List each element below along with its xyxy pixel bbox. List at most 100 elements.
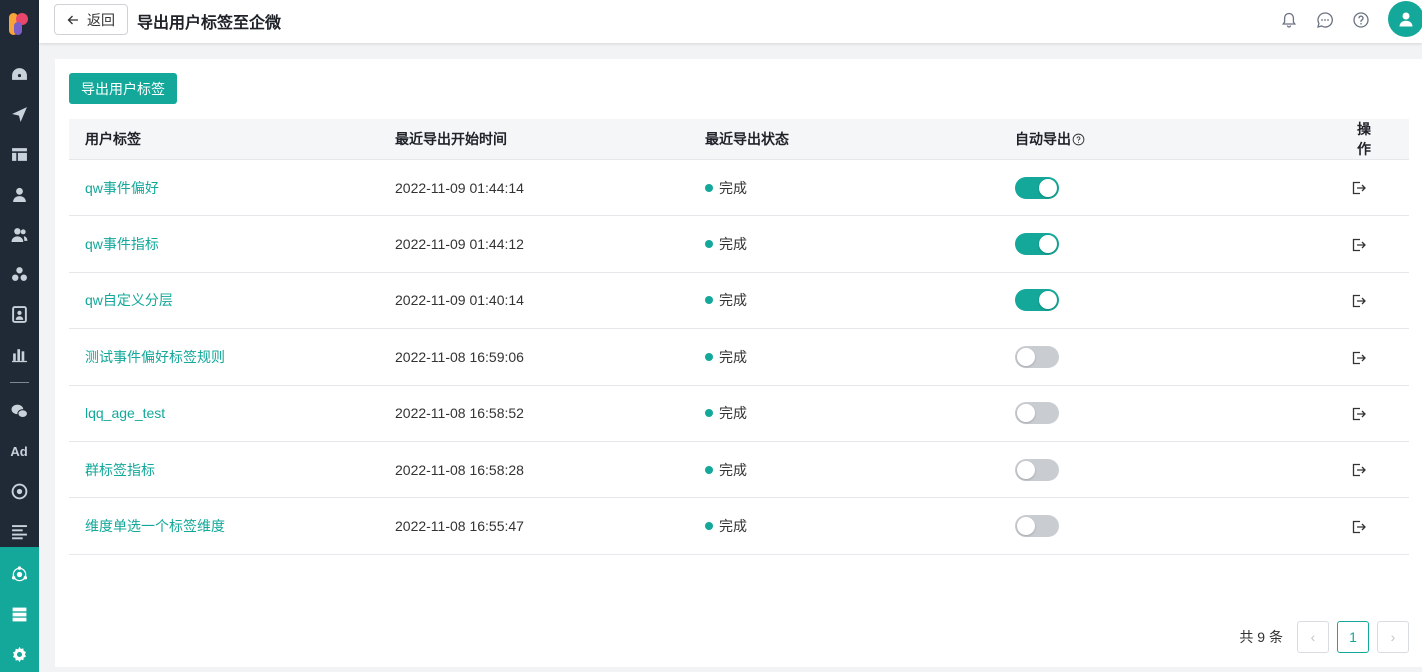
bell-icon[interactable]	[1280, 11, 1298, 29]
contact-card-icon[interactable]	[9, 304, 29, 324]
table-cell-auto-export	[999, 160, 1329, 216]
export-icon[interactable]	[1351, 293, 1367, 309]
ad-label: Ad	[10, 443, 28, 459]
status-badge: 完成	[705, 234, 999, 254]
tag-name-link[interactable]: qw事件指标	[85, 236, 159, 252]
auto-export-toggle[interactable]	[1015, 176, 1059, 199]
dashboard-icon[interactable]	[9, 64, 29, 84]
table-cell-actions	[1329, 216, 1409, 272]
server-icon[interactable]	[9, 604, 29, 624]
wechat-icon[interactable]	[9, 401, 29, 421]
table-cell-status: 完成	[689, 498, 999, 554]
page-title: 导出用户标签至企微	[137, 15, 282, 32]
table-cell-tag: qw自定义分层	[69, 272, 379, 328]
table-cell-actions	[1329, 498, 1409, 554]
sidebar-divider	[10, 382, 29, 383]
back-button[interactable]: 返回	[54, 4, 128, 35]
auto-export-toggle[interactable]	[1015, 233, 1059, 256]
table-cell-actions	[1329, 272, 1409, 328]
toggle-knob	[1017, 517, 1035, 536]
arrow-left-icon	[67, 15, 78, 24]
auto-export-toggle[interactable]	[1015, 289, 1059, 312]
cluster-icon[interactable]	[9, 264, 29, 284]
tag-name-link[interactable]: 测试事件偏好标签规则	[85, 349, 225, 365]
prev-page-button[interactable]: ‹	[1297, 621, 1329, 653]
export-icon[interactable]	[1351, 406, 1367, 422]
export-user-tags-button[interactable]: 导出用户标签	[69, 73, 177, 104]
column-header-time: 最近导出开始时间	[379, 119, 689, 160]
tag-name-link[interactable]: 维度单选一个标签维度	[85, 518, 225, 534]
auto-export-toggle[interactable]	[1015, 345, 1059, 368]
table-header-row: 用户标签 最近导出开始时间 最近导出状态 自动导出 操作	[69, 119, 1409, 160]
toggle-knob	[1017, 460, 1035, 479]
status-dot	[705, 409, 713, 418]
table-cell-time: 2022-11-09 01:44:14	[395, 179, 524, 196]
table-cell-status: 完成	[689, 385, 999, 441]
hub-icon[interactable]	[9, 564, 29, 584]
export-icon[interactable]	[1351, 462, 1367, 478]
status-dot	[705, 240, 713, 249]
table-cell-status: 完成	[689, 329, 999, 385]
export-icon[interactable]	[1351, 350, 1367, 366]
export-icon[interactable]	[1351, 180, 1367, 196]
table-cell-tag: qw事件偏好	[69, 160, 379, 216]
table-cell-status: 完成	[689, 160, 999, 216]
next-page-button[interactable]: ›	[1377, 621, 1409, 653]
table-cell-actions	[1329, 385, 1409, 441]
table-cell-time: 2022-11-08 16:55:47	[395, 518, 524, 535]
message-icon[interactable]	[1316, 11, 1334, 29]
table-cell-status: 完成	[689, 216, 999, 272]
table-cell-tag: lqq_age_test	[69, 385, 379, 441]
layout-icon[interactable]	[9, 144, 29, 164]
export-icon[interactable]	[1351, 237, 1367, 253]
auto-export-toggle[interactable]	[1015, 515, 1059, 538]
sidebar-item-ad[interactable]: Ad	[9, 441, 29, 461]
toggle-knob	[1017, 347, 1035, 366]
status-text: 完成	[719, 292, 747, 309]
toggle-knob	[1039, 291, 1057, 310]
users-icon[interactable]	[9, 224, 29, 244]
toggle-knob	[1039, 235, 1057, 254]
status-badge: 完成	[705, 516, 999, 536]
table-row: lqq_age_test 2022-11-08 16:58:52 完成	[69, 385, 1409, 442]
pagination-total: 共 9 条	[1239, 629, 1283, 645]
tag-name-link[interactable]: lqq_age_test	[85, 405, 165, 421]
avatar[interactable]	[1388, 1, 1422, 37]
table-row: qw事件偏好 2022-11-09 01:44:14 完成	[69, 160, 1409, 216]
top-header: 返回 导出用户标签至企微	[39, 0, 1422, 43]
table-cell-auto-export	[999, 385, 1329, 441]
table-cell-tag: 测试事件偏好标签规则	[69, 329, 379, 385]
question-circle-icon[interactable]	[1072, 133, 1085, 146]
table-cell-tag: 群标签指标	[69, 441, 379, 497]
table-cell-status: 完成	[689, 272, 999, 328]
send-icon[interactable]	[9, 104, 29, 124]
settings-icon[interactable]	[9, 644, 29, 664]
status-dot	[705, 183, 713, 192]
page-number-button[interactable]: 1	[1337, 621, 1369, 653]
list-icon[interactable]	[9, 521, 29, 541]
status-dot	[705, 465, 713, 474]
help-icon[interactable]	[1352, 11, 1370, 29]
tag-export-table: 用户标签 最近导出开始时间 最近导出状态 自动导出 操作 qw事件偏好 2022-…	[69, 119, 1409, 555]
table-cell-time: 2022-11-08 16:59:06	[395, 348, 524, 365]
bar-chart-icon[interactable]	[9, 344, 29, 364]
table-cell-time: 2022-11-09 01:40:14	[395, 292, 524, 309]
status-text: 完成	[719, 348, 747, 365]
target-icon[interactable]	[9, 481, 29, 501]
auto-export-toggle[interactable]	[1015, 458, 1059, 481]
user-icon[interactable]	[9, 184, 29, 204]
column-header-auto-export: 自动导出	[999, 119, 1329, 160]
tag-name-link[interactable]: qw自定义分层	[85, 292, 173, 308]
status-dot	[705, 352, 713, 361]
table-cell-auto-export	[999, 441, 1329, 497]
status-badge: 完成	[705, 347, 999, 367]
export-icon[interactable]	[1351, 519, 1367, 535]
tag-name-link[interactable]: 群标签指标	[85, 462, 155, 478]
status-badge: 完成	[705, 460, 999, 480]
app-logo[interactable]	[8, 10, 30, 38]
tag-name-link[interactable]: qw事件偏好	[85, 180, 159, 196]
auto-export-toggle[interactable]	[1015, 402, 1059, 425]
sidebar: Ad	[0, 0, 39, 672]
table-cell-auto-export	[999, 498, 1329, 554]
user-avatar-icon	[1399, 12, 1413, 27]
